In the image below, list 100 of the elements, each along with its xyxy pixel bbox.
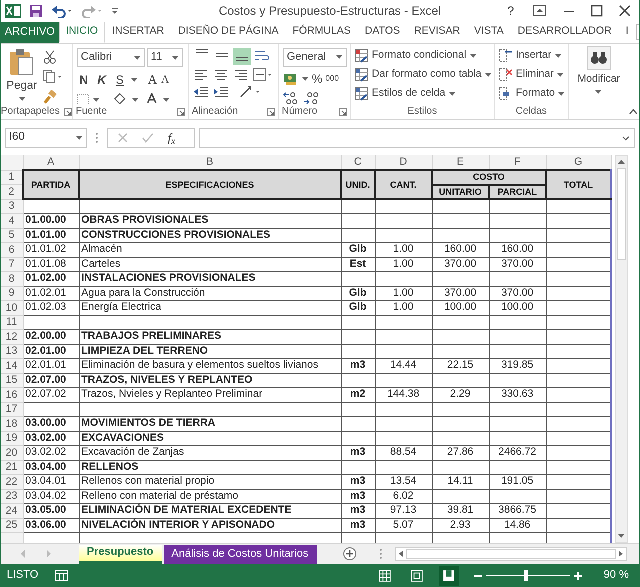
ribbon-tab[interactable]: VISTA	[467, 22, 511, 43]
sheet-tab[interactable]: Presupuesto	[79, 544, 162, 564]
decrease-indent-icon[interactable]	[193, 85, 209, 99]
row-header[interactable]: 13	[1, 344, 23, 358]
caret-icon[interactable]	[470, 54, 477, 58]
modify-button[interactable]: Modificar	[578, 46, 620, 94]
font-size-field[interactable]: 11	[147, 48, 183, 67]
add-sheet-icon[interactable]	[342, 547, 357, 561]
row-header[interactable]: 21	[1, 460, 23, 474]
insert-function-button[interactable]: f$_{x}$	[168, 129, 176, 147]
align-right-icon[interactable]	[233, 68, 249, 82]
row-header[interactable]: 20	[1, 446, 23, 460]
cut-icon[interactable]	[43, 50, 57, 64]
shrink-font-button[interactable]: A	[161, 72, 170, 88]
maximize-icon[interactable]	[591, 5, 603, 17]
row-header[interactable]: 9	[1, 286, 23, 300]
row-header[interactable]: 22	[1, 474, 23, 489]
save-icon[interactable]	[29, 4, 43, 18]
row-header[interactable]: 8	[1, 272, 23, 286]
ribbon-tab[interactable]: REVISAR	[407, 22, 468, 43]
caret-icon[interactable]	[484, 73, 492, 77]
ribbon-tab[interactable]: INICIO	[59, 22, 106, 43]
grow-font-button[interactable]: A	[148, 70, 158, 90]
page-break-icon[interactable]	[438, 566, 460, 586]
row-header[interactable]: 17	[1, 402, 23, 416]
excel-logo-icon[interactable]	[5, 3, 21, 19]
styles-command[interactable]: Estilos de celda	[355, 86, 492, 102]
caret-icon[interactable]	[163, 98, 170, 102]
caret-icon[interactable]	[558, 92, 566, 96]
dropdown-caret-icon[interactable]	[595, 90, 602, 94]
caret-icon[interactable]	[302, 76, 309, 80]
row-header[interactable]: 25	[1, 518, 23, 532]
number-format-field[interactable]: General	[283, 48, 347, 66]
increase-decimal-icon[interactable]	[283, 90, 299, 104]
decrease-decimal-icon[interactable]	[303, 90, 319, 104]
zoom-in-icon[interactable]	[574, 572, 582, 580]
ribbon-tab[interactable]: DISEÑO DE PÁGINA	[171, 22, 286, 43]
styles-command[interactable]: Dar formato como tabla	[355, 67, 492, 83]
copy-icon[interactable]	[43, 70, 63, 84]
row-header[interactable]: 5	[1, 228, 23, 242]
row-header[interactable]: 24	[1, 504, 23, 518]
caret-icon[interactable]	[132, 98, 139, 102]
undo-icon[interactable]	[51, 4, 73, 18]
dialog-launcher-icon[interactable]	[267, 108, 275, 116]
row-header[interactable]: 3	[1, 199, 23, 214]
caret-icon[interactable]	[448, 92, 456, 96]
italic-button[interactable]: K	[95, 70, 109, 89]
thousands-button[interactable]: 000	[326, 72, 340, 84]
row-header[interactable]: 16	[1, 388, 23, 402]
row-header[interactable]: 11	[1, 315, 23, 330]
cells-command[interactable]: Formato	[499, 86, 566, 102]
slider-thumb[interactable]	[524, 570, 528, 581]
row-header[interactable]: 10	[1, 300, 23, 315]
row-header[interactable]: 6	[1, 242, 23, 257]
row-header[interactable]: 14	[1, 358, 23, 373]
font-name-field[interactable]: Calibri	[77, 48, 145, 67]
cells-command[interactable]: Insertar	[499, 48, 566, 64]
dialog-launcher-icon[interactable]	[339, 108, 347, 116]
customize-icon[interactable]	[111, 6, 119, 16]
ribbon-tab[interactable]: ARCHIVO	[1, 22, 60, 43]
ribbon-display-icon[interactable]	[533, 5, 547, 17]
zoom-level[interactable]: 90 %	[604, 567, 629, 584]
scrollbar-thumb[interactable]	[617, 168, 626, 260]
merge-center-icon[interactable]	[253, 68, 273, 82]
wrap-text-icon[interactable]	[253, 50, 269, 64]
underline-button[interactable]: S	[113, 70, 127, 89]
currency-icon[interactable]	[283, 72, 299, 86]
caret-icon[interactable]	[93, 98, 100, 102]
fill-color-icon[interactable]	[112, 92, 128, 104]
name-box[interactable]: I60	[5, 128, 87, 148]
caret-icon[interactable]	[556, 73, 564, 77]
horizontal-scrollbar[interactable]	[394, 547, 627, 561]
collapse-ribbon-icon[interactable]	[629, 109, 638, 115]
row-header[interactable]: 19	[1, 431, 23, 446]
vertical-align-button[interactable]	[233, 48, 251, 65]
caret-icon[interactable]	[172, 56, 179, 60]
caret-icon[interactable]	[554, 54, 562, 58]
ribbon-tab[interactable]: INSERTAR	[105, 22, 172, 43]
paste-button[interactable]: Pegar	[5, 48, 39, 104]
row-header[interactable]: 4	[1, 214, 23, 228]
dialog-launcher-icon[interactable]	[177, 108, 185, 116]
caret-icon[interactable]	[131, 78, 138, 82]
row-header[interactable]: 7	[1, 257, 23, 272]
vertical-scrollbar[interactable]	[615, 155, 628, 543]
zoom-slider[interactable]	[486, 570, 570, 581]
row-header[interactable]: 18	[1, 416, 23, 431]
row-header[interactable]: 12	[1, 330, 23, 344]
align-left-icon[interactable]	[193, 68, 209, 82]
format-painter-icon[interactable]	[43, 90, 57, 104]
macro-record-icon[interactable]	[54, 570, 69, 582]
caret-icon[interactable]	[76, 136, 83, 140]
align-center-icon[interactable]	[213, 68, 229, 82]
row-header[interactable]: 23	[1, 489, 23, 504]
close-icon[interactable]	[619, 5, 631, 17]
dropdown-caret-icon[interactable]	[18, 97, 26, 102]
orientation-icon[interactable]	[239, 85, 261, 99]
sheet-tab[interactable]: Análisis de Costos Unitarios	[164, 544, 317, 564]
expand-formula-icon[interactable]	[622, 136, 630, 140]
dialog-launcher-icon[interactable]	[64, 108, 72, 116]
bold-button[interactable]: N	[77, 70, 91, 89]
